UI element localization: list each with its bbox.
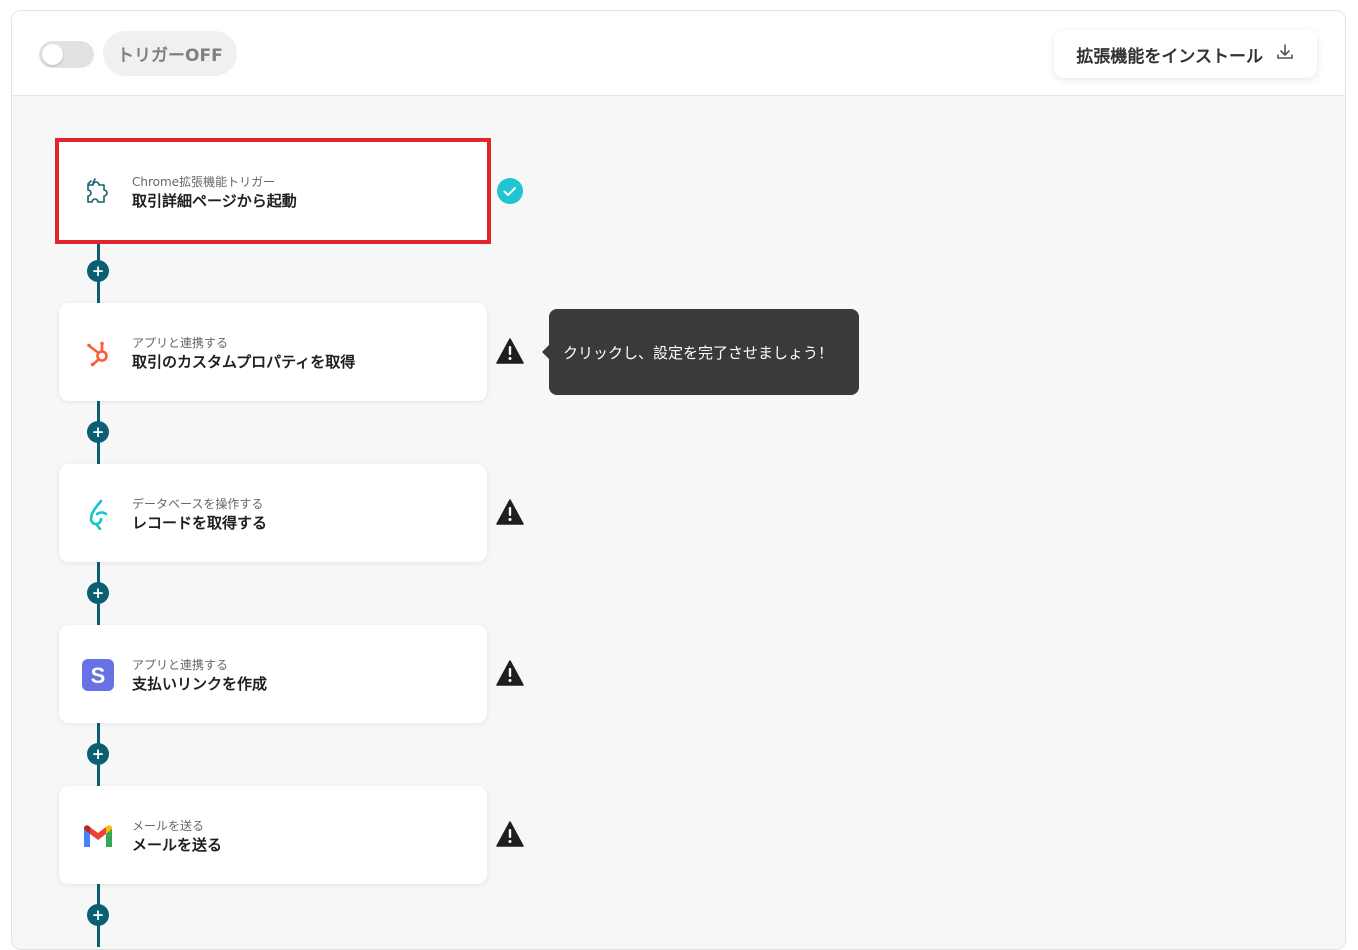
stripe-icon: S (81, 658, 115, 692)
step-title: メールを送る (132, 836, 223, 854)
add-step-button[interactable]: + (87, 743, 109, 765)
install-extension-button[interactable]: 拡張機能をインストール (1054, 30, 1317, 78)
step-category: メールを送る (132, 819, 205, 833)
svg-text:S: S (91, 663, 106, 688)
step-title: 取引詳細ページから起動 (132, 192, 297, 210)
add-step-button[interactable]: + (87, 260, 109, 282)
add-step-button[interactable]: + (87, 421, 109, 443)
setup-hint-tooltip: クリックし、設定を完了させましょう！ (542, 309, 859, 395)
warning-icon (496, 659, 524, 687)
warning-icon (496, 498, 524, 526)
puzzle-icon (81, 175, 115, 209)
toggle-knob (42, 44, 63, 65)
kintone-icon (81, 497, 115, 531)
step-card-hubspot[interactable]: アプリと連携する 取引のカスタムプロパティを取得 (59, 303, 487, 401)
download-icon (1275, 42, 1295, 67)
step-title: 支払いリンクを作成 (132, 675, 268, 693)
step-card-gmail[interactable]: メールを送る メールを送る (59, 786, 487, 884)
step-title: 取引のカスタムプロパティを取得 (132, 353, 356, 371)
add-step-button[interactable]: + (87, 904, 109, 926)
step-category: データベースを操作する (132, 497, 264, 511)
check-icon (496, 177, 524, 205)
trigger-status-badge: トリガーOFF (103, 31, 237, 76)
tooltip-arrow (542, 345, 549, 359)
install-extension-label: 拡張機能をインストール (1076, 46, 1263, 67)
step-category: アプリと連携する (132, 336, 229, 350)
workflow-editor: トリガーOFF 拡張機能をインストール + + + + + Chrome拡張機能… (11, 10, 1346, 950)
tooltip-text: クリックし、設定を完了させましょう！ (563, 343, 834, 362)
hubspot-icon (81, 336, 115, 370)
step-card-trigger[interactable]: Chrome拡張機能トリガー 取引詳細ページから起動 (55, 138, 491, 244)
top-bar: トリガーOFF 拡張機能をインストール (12, 11, 1345, 96)
step-category: Chrome拡張機能トリガー (132, 175, 276, 189)
warning-icon (496, 337, 524, 365)
trigger-toggle[interactable] (39, 41, 94, 68)
warning-icon (496, 820, 524, 848)
step-title: レコードを取得する (132, 514, 268, 532)
step-card-stripe[interactable]: S アプリと連携する 支払いリンクを作成 (59, 625, 487, 723)
add-step-button[interactable]: + (87, 582, 109, 604)
step-card-database[interactable]: データベースを操作する レコードを取得する (59, 464, 487, 562)
step-category: アプリと連携する (132, 658, 229, 672)
gmail-icon (81, 819, 115, 853)
